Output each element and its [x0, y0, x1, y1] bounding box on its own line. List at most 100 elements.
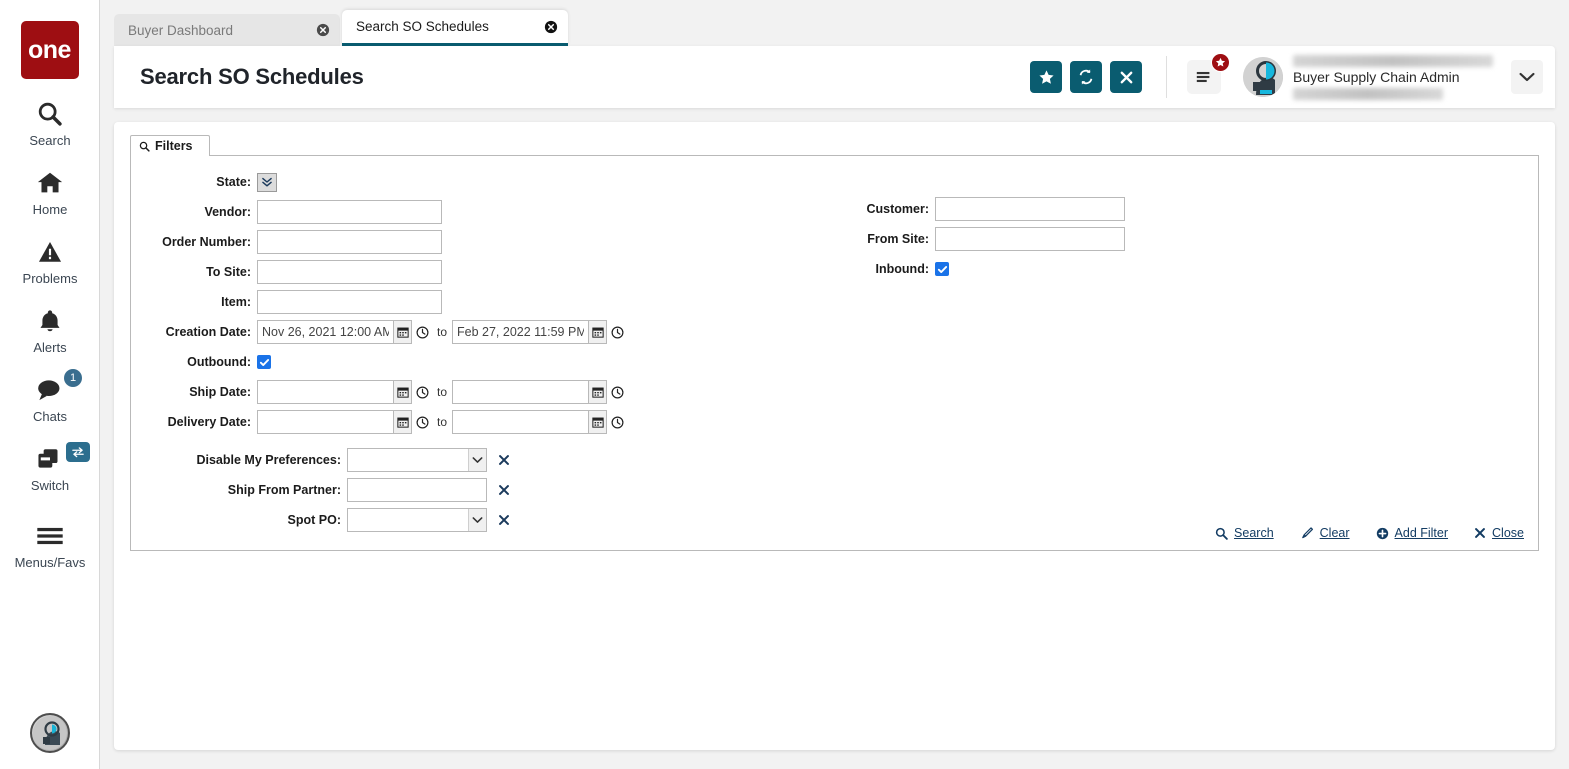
calendar-icon[interactable]: [589, 380, 607, 404]
refresh-button[interactable]: [1070, 61, 1102, 93]
clock-icon[interactable]: [607, 410, 627, 434]
search-icon: [0, 97, 100, 131]
filter-row-ship-date: Ship Date: to: [147, 380, 787, 404]
vendor-input[interactable]: [257, 200, 442, 224]
spot-po-label: Spot PO:: [147, 513, 347, 527]
filter-row-customer: Customer:: [847, 197, 1522, 221]
check-icon: [937, 264, 948, 275]
avatar: [1243, 57, 1283, 97]
ship-date-from-group: [257, 380, 432, 404]
from-site-input[interactable]: [935, 227, 1125, 251]
left-navigation-rail: one Search Home Problems Alerts: [0, 0, 100, 769]
outbound-checkbox[interactable]: [257, 355, 271, 369]
x-icon: [1474, 527, 1486, 539]
tab-filters[interactable]: Filters: [130, 135, 210, 156]
spot-po-select[interactable]: [347, 508, 487, 532]
filter-row-disable-my-preferences: Disable My Preferences:: [147, 448, 787, 472]
filter-row-state: State:: [147, 170, 787, 194]
state-label: State:: [147, 175, 257, 189]
remove-spot-po-filter[interactable]: [497, 513, 511, 527]
filters-grid: State: Vendor: Order Number:: [147, 170, 1522, 538]
clear-action[interactable]: Clear: [1300, 526, 1350, 540]
rail-item-home[interactable]: Home: [0, 166, 100, 217]
logo-text: one: [28, 38, 71, 63]
chevron-down-icon: [1519, 72, 1535, 82]
calendar-icon[interactable]: [589, 410, 607, 434]
close-button[interactable]: [1110, 61, 1142, 93]
user-profile[interactable]: Buyer Supply Chain Admin: [1243, 55, 1493, 100]
ship-from-partner-input[interactable]: [347, 478, 487, 502]
ship-date-to-input[interactable]: [452, 380, 589, 404]
filter-action-links: Search Clear Add Filter Close: [1215, 526, 1524, 540]
menu-list-button[interactable]: [1187, 60, 1221, 94]
rail-item-label: Chats: [0, 409, 100, 424]
clock-icon[interactable]: [412, 380, 432, 404]
rail-bottom-avatar-container[interactable]: [0, 713, 100, 753]
calendar-icon[interactable]: [394, 380, 412, 404]
chats-badge: 1: [64, 369, 82, 387]
tab-search-so-schedules[interactable]: Search SO Schedules: [342, 10, 568, 46]
to-site-input[interactable]: [257, 260, 442, 284]
clock-icon[interactable]: [412, 320, 432, 344]
menu-list-icon: [1195, 69, 1213, 85]
user-menu-toggle[interactable]: [1511, 60, 1543, 94]
application-window: one Search Home Problems Alerts: [0, 0, 1569, 769]
delivery-date-to-input[interactable]: [452, 410, 589, 434]
clock-icon[interactable]: [607, 380, 627, 404]
header-divider: [1166, 56, 1167, 98]
filter-row-order-number: Order Number:: [147, 230, 787, 254]
remove-ship-from-partner-filter[interactable]: [497, 483, 511, 497]
inbound-checkbox[interactable]: [935, 262, 949, 276]
header-action-buttons: [1030, 61, 1142, 93]
creation-date-label: Creation Date:: [147, 325, 257, 339]
rail-item-problems[interactable]: Problems: [0, 235, 100, 286]
close-action-label: Close: [1492, 526, 1524, 540]
rail-item-label: Switch: [0, 478, 100, 493]
add-filter-action-label: Add Filter: [1395, 526, 1449, 540]
favorite-button[interactable]: [1030, 61, 1062, 93]
rail-item-chats[interactable]: 1 Chats: [0, 373, 100, 424]
to-site-label: To Site:: [147, 265, 257, 279]
clock-icon[interactable]: [412, 410, 432, 434]
tab-buyer-dashboard[interactable]: Buyer Dashboard: [114, 14, 340, 46]
chevron-down-icon: [468, 449, 486, 471]
rail-item-switch[interactable]: Switch: [0, 442, 100, 493]
remove-disable-my-preferences-filter[interactable]: [497, 453, 511, 467]
state-multiselect-button[interactable]: [257, 173, 277, 192]
user-avatar-icon[interactable]: [30, 713, 70, 753]
search-action[interactable]: Search: [1215, 526, 1274, 540]
calendar-icon[interactable]: [589, 320, 607, 344]
order-number-input[interactable]: [257, 230, 442, 254]
switch-icon: [0, 442, 100, 476]
creation-date-to-group: [452, 320, 627, 344]
switch-toggle-badge-icon[interactable]: [66, 442, 90, 462]
clock-icon[interactable]: [607, 320, 627, 344]
close-circle-icon[interactable]: [544, 20, 558, 34]
disable-my-preferences-select[interactable]: [347, 448, 487, 472]
rail-item-alerts[interactable]: Alerts: [0, 304, 100, 355]
rail-item-menus-favs[interactable]: Menus/Favs: [0, 519, 100, 570]
filters-panel: State: Vendor: Order Number:: [130, 156, 1539, 551]
chat-icon: 1: [0, 373, 100, 407]
creation-date-to-label: to: [437, 325, 447, 339]
delivery-date-from-input[interactable]: [257, 410, 394, 434]
one-network-logo[interactable]: one: [21, 21, 79, 79]
item-input[interactable]: [257, 290, 442, 314]
main-area: Buyer Dashboard Search SO Schedules Sear…: [100, 0, 1569, 769]
customer-input[interactable]: [935, 197, 1125, 221]
calendar-icon[interactable]: [394, 320, 412, 344]
search-icon: [1215, 527, 1228, 540]
user-identity: Buyer Supply Chain Admin: [1293, 55, 1493, 100]
rail-item-label: Problems: [0, 271, 100, 286]
add-filter-action[interactable]: Add Filter: [1376, 526, 1449, 540]
rail-item-search[interactable]: Search: [0, 97, 100, 148]
filter-row-creation-date: Creation Date:: [147, 320, 787, 344]
ship-date-from-input[interactable]: [257, 380, 394, 404]
disable-my-preferences-label: Disable My Preferences:: [147, 453, 347, 467]
creation-date-to-input[interactable]: [452, 320, 589, 344]
close-circle-icon[interactable]: [316, 23, 330, 37]
calendar-icon[interactable]: [394, 410, 412, 434]
close-action[interactable]: Close: [1474, 526, 1524, 540]
rail-item-label: Menus/Favs: [0, 555, 100, 570]
creation-date-from-input[interactable]: [257, 320, 394, 344]
